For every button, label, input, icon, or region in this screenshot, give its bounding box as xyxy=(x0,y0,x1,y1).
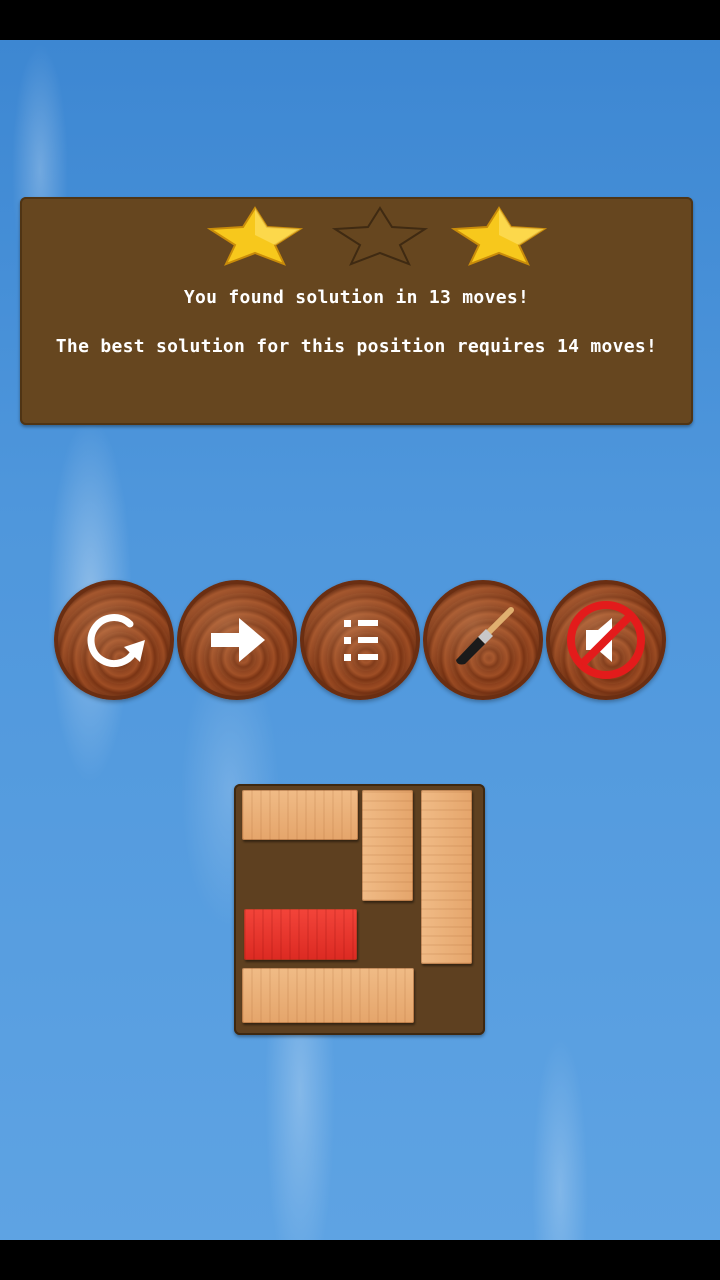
block-red-target[interactable] xyxy=(244,909,357,960)
restart-icon xyxy=(87,614,145,668)
star-rating xyxy=(20,205,693,267)
sound-toggle-button[interactable] xyxy=(546,580,666,700)
best-solution-message: The best solution for this position requ… xyxy=(55,336,658,357)
arrow-right-icon xyxy=(211,618,265,662)
list-icon xyxy=(344,620,378,661)
block-vertical-middle[interactable] xyxy=(362,790,413,901)
star-icon-filled xyxy=(444,205,554,267)
block-horizontal-top[interactable] xyxy=(242,790,358,840)
puzzle-board xyxy=(234,784,485,1035)
level-list-button[interactable] xyxy=(300,580,420,700)
theme-button[interactable] xyxy=(423,580,543,700)
result-panel: You found solution in 13 moves! The best… xyxy=(20,197,693,425)
star-icon-filled xyxy=(200,205,310,267)
paintbrush-icon xyxy=(456,607,514,665)
navigation-bar xyxy=(0,1240,720,1280)
restart-button[interactable] xyxy=(54,580,174,700)
status-bar xyxy=(0,0,720,40)
block-vertical-right[interactable] xyxy=(421,790,472,964)
sound-muted-icon xyxy=(567,601,645,679)
star-icon-empty xyxy=(325,205,435,267)
block-horizontal-bottom[interactable] xyxy=(242,968,414,1023)
next-button[interactable] xyxy=(177,580,297,700)
moves-message: You found solution in 13 moves! xyxy=(183,287,530,308)
